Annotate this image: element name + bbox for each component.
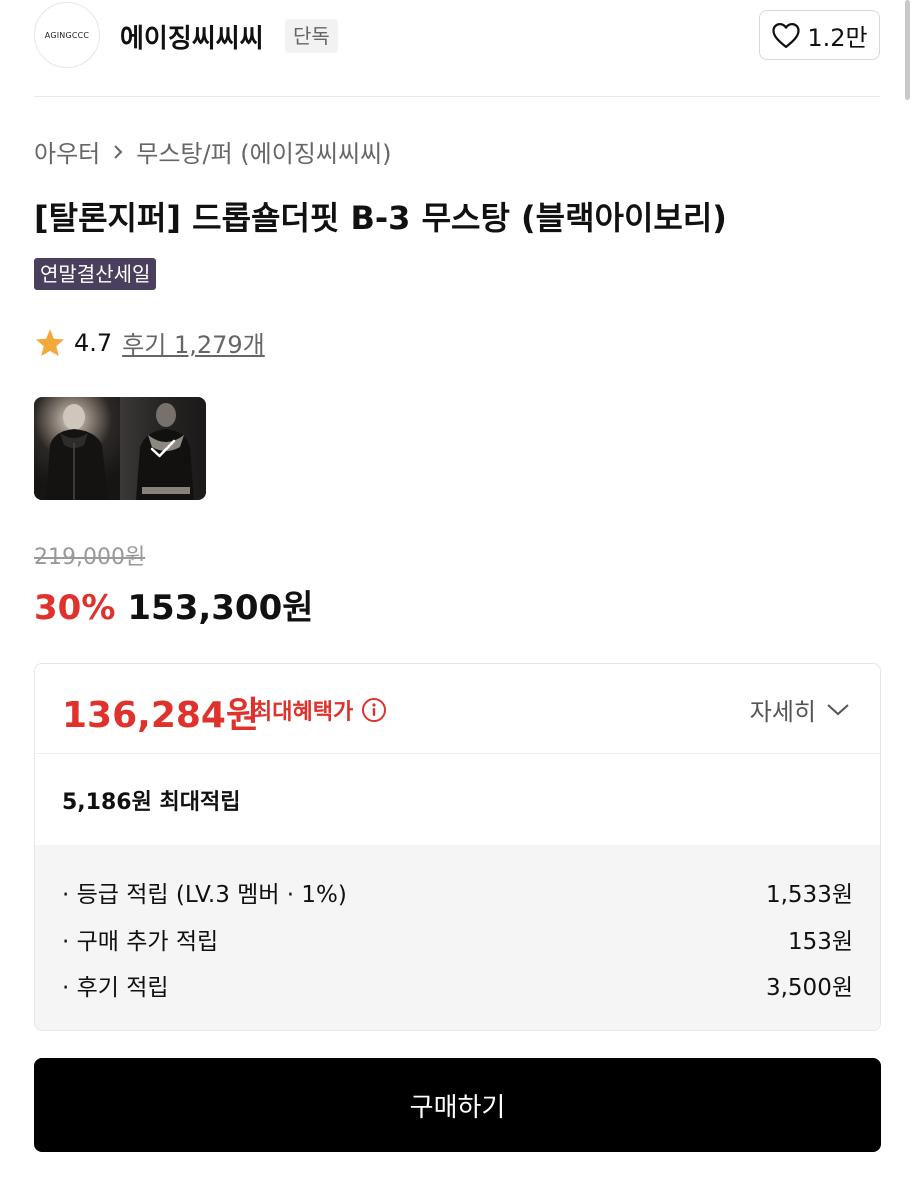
rating: 4.7 후기 1,279개: [34, 325, 265, 360]
breadcrumb: 아우터 무스탕/퍼 (에이징씨씨씨): [34, 134, 392, 169]
sale-price: 153,300원: [127, 588, 314, 628]
buy-button[interactable]: 구매하기: [34, 1058, 881, 1152]
promo-badge: 연말결산세일: [34, 258, 157, 290]
original-price: 219,000원: [34, 545, 146, 570]
point-label: · 등급 적립 (LV.3 멤버 · 1%): [62, 882, 347, 908]
benefit-box: 136,284원 최대혜택가 자세히 5,186원 최대적립 · 등급 적립 (…: [34, 663, 881, 1031]
detail-toggle-label: 자세히: [749, 698, 816, 726]
rating-score: 4.7: [74, 328, 113, 357]
brand-name[interactable]: 에이징씨씨씨: [120, 18, 264, 55]
points-breakdown: · 등급 적립 (LV.3 멤버 · 1%) 1,533원 · 구매 추가 적립…: [35, 845, 880, 1030]
point-label: · 후기 적립: [62, 975, 169, 1001]
brand-logo[interactable]: AGINGCCC: [34, 2, 100, 68]
max-benefit-price: 136,284원: [62, 695, 260, 736]
point-row: · 등급 적립 (LV.3 멤버 · 1%) 1,533원: [62, 875, 853, 909]
color-thumbnails: [34, 397, 206, 500]
discount-rate: 30%: [34, 588, 116, 628]
jacket-photo-1: [46, 404, 108, 500]
breadcrumb-category[interactable]: 아우터: [34, 134, 100, 169]
point-value: 3,500원: [765, 975, 853, 1001]
product-title: [탈론지퍼] 드롭숄더핏 B-3 무스탕 (블랙아이보리): [34, 199, 727, 237]
exclusive-badge: 단독: [285, 19, 338, 53]
benefit-summary[interactable]: 136,284원 최대혜택가 자세히: [35, 664, 880, 754]
like-count: 1.2만: [807, 23, 868, 52]
star-icon: [35, 328, 65, 356]
sale-price-line: 30% 153,300원: [34, 580, 314, 629]
point-value: 153원: [787, 929, 853, 955]
selected-overlay: [120, 397, 206, 500]
header-divider: [34, 96, 880, 97]
chevron-right-icon: [114, 144, 123, 159]
point-value: 1,533원: [765, 882, 853, 908]
point-label: · 구매 추가 적립: [62, 929, 219, 955]
max-benefit-label-text: 최대혜택가: [252, 700, 354, 725]
scrollbar[interactable]: [905, 0, 910, 100]
point-row: · 후기 적립 3,500원: [62, 968, 853, 1002]
chevron-down-icon: [827, 703, 849, 715]
review-count-link[interactable]: 후기 1,279개: [122, 325, 265, 360]
max-points: 5,186원 최대적립: [62, 790, 241, 815]
info-icon[interactable]: [361, 697, 387, 723]
max-benefit-label: 최대혜택가: [252, 694, 387, 726]
checkmark-icon: [150, 439, 176, 457]
thumbnail-black-jacket[interactable]: [34, 397, 120, 500]
breadcrumb-subcategory[interactable]: 무스탕/퍼 (에이징씨씨씨): [136, 134, 391, 169]
like-button[interactable]: 1.2만: [759, 10, 880, 60]
thumbnail-ivory-collar-jacket[interactable]: [120, 397, 206, 500]
point-row: · 구매 추가 적립 153원: [62, 922, 853, 956]
brand-logo-text: AGINGCCC: [44, 30, 90, 40]
heart-outline-icon: [772, 23, 800, 48]
detail-toggle[interactable]: 자세히: [750, 692, 850, 727]
